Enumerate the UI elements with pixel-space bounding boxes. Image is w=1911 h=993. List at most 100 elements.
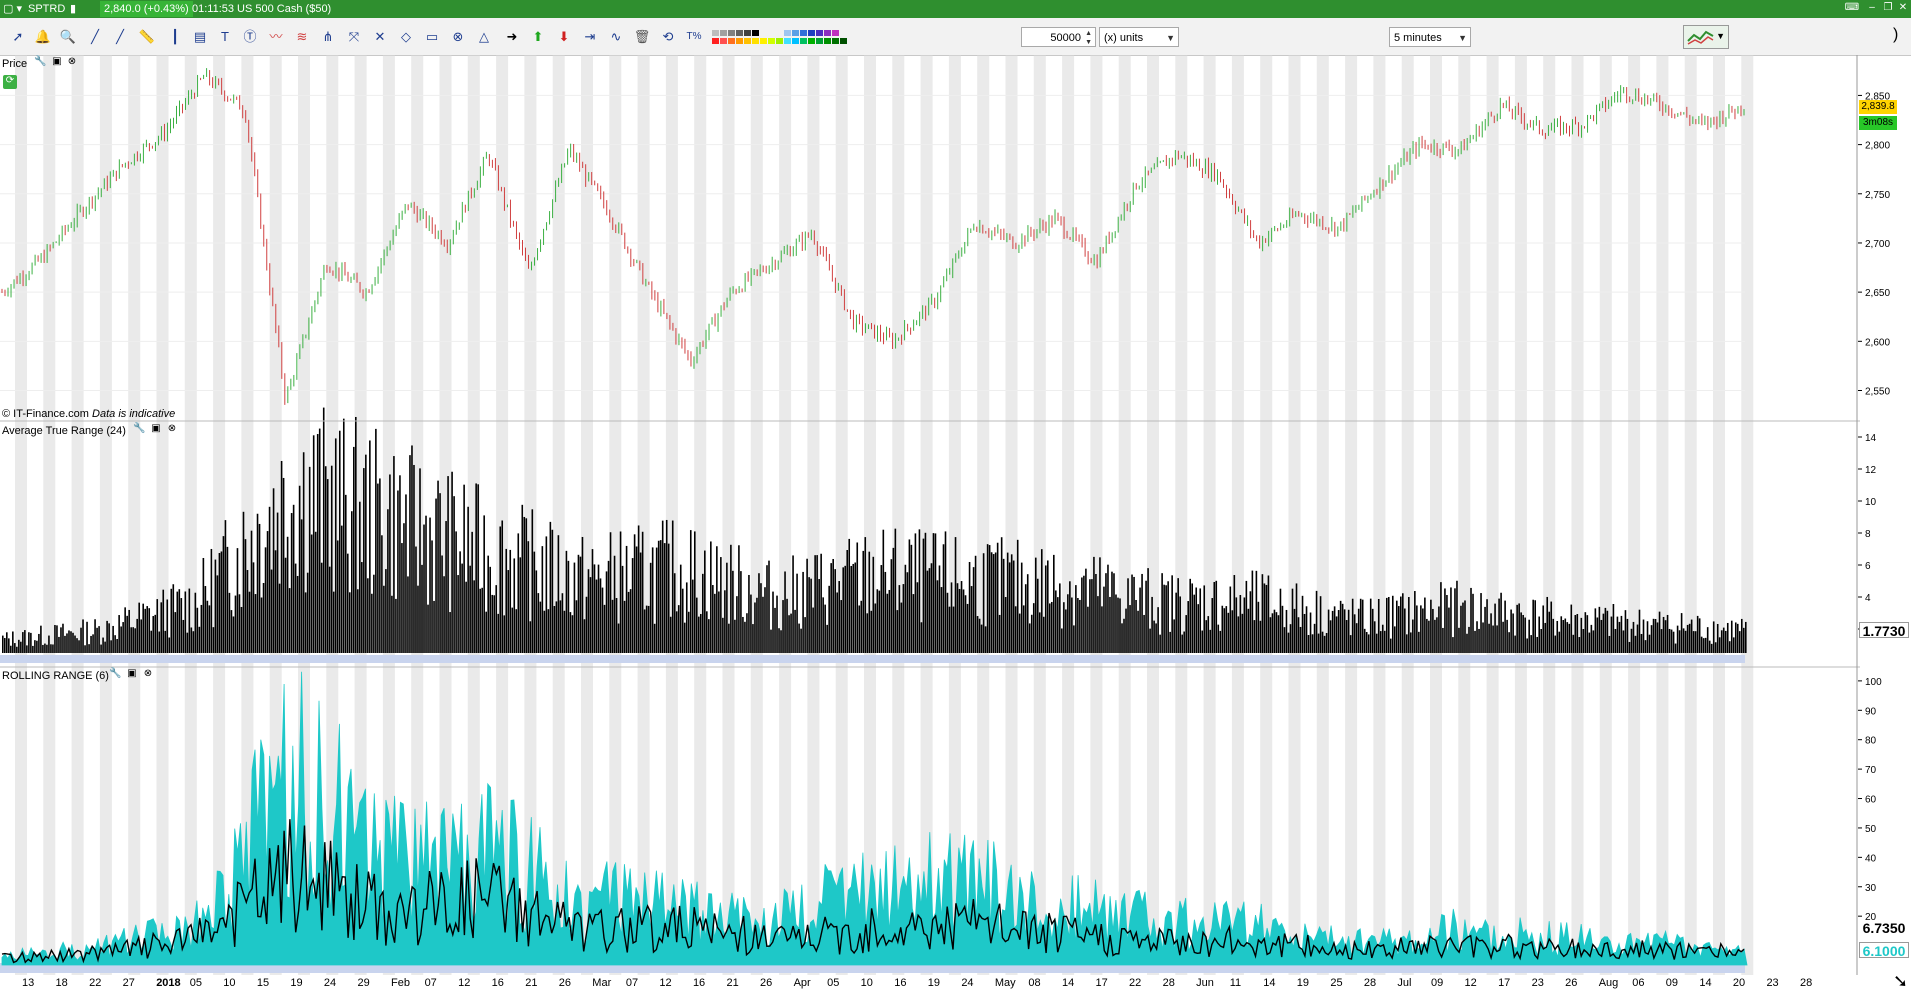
atr-bar: [1191, 583, 1194, 653]
pointer-icon[interactable]: ➚: [8, 27, 28, 47]
close-pane-icon[interactable]: ⊗: [66, 56, 78, 68]
scroll-arrow-icon[interactable]: ): [1893, 26, 1898, 44]
right-arrow-icon[interactable]: ➜: [502, 27, 522, 47]
zigzag-icon[interactable]: 〰: [266, 27, 286, 47]
atr-bar: [932, 533, 935, 653]
chart-area[interactable]: 2,5502,6002,6502,7002,7502,8002,85024681…: [0, 55, 1911, 993]
atr-bar: [1662, 616, 1665, 653]
atr-bar: [1235, 597, 1238, 653]
wrench-icon[interactable]: 🔧: [34, 56, 46, 68]
sell-arrow-icon[interactable]: ⬇: [554, 27, 574, 47]
units-select[interactable]: (x) units ▼: [1099, 27, 1179, 47]
atr-bar: [754, 602, 756, 653]
atr-bar: [1069, 581, 1071, 653]
maximize-pane-icon[interactable]: ▣: [150, 423, 162, 435]
close-pane-icon[interactable]: ⊗: [166, 423, 178, 435]
atr-bar: [30, 632, 32, 653]
annotation-icon[interactable]: Ⓣ: [240, 27, 260, 47]
atr-bar: [1480, 593, 1482, 653]
close-pane-icon[interactable]: ⊗: [142, 668, 154, 680]
buy-arrow-icon[interactable]: ⬆: [528, 27, 548, 47]
atr-bar: [1371, 608, 1374, 653]
time-axis[interactable]: 13 18 22 27 2018 05 10 15 19 24 29 Feb 07 12 16 21 26 Mar…: [0, 975, 1911, 993]
wrench-icon[interactable]: 🔧: [109, 668, 121, 680]
session-band: [722, 55, 735, 975]
alert-bell-icon[interactable]: 🔔: [33, 27, 53, 47]
atr-bar: [274, 550, 277, 653]
atr-bar: [232, 616, 235, 653]
atr-bar: [1450, 587, 1452, 653]
restore-icon[interactable]: ❐: [1880, 1, 1896, 15]
percent-tool-icon[interactable]: T%: [684, 27, 704, 47]
wave-icon[interactable]: ∿: [606, 27, 626, 47]
symbol-label[interactable]: SPTRD: [28, 2, 65, 16]
atr-bar: [870, 610, 873, 653]
atr-bar: [365, 454, 367, 653]
atr-bar: [1518, 603, 1520, 653]
maximize-pane-icon[interactable]: ▣: [51, 56, 63, 68]
pitchfork-icon[interactable]: ⋔: [318, 27, 338, 47]
atr-bar: [1223, 608, 1226, 653]
channel-icon[interactable]: ▤: [190, 27, 210, 47]
text-icon[interactable]: T: [215, 27, 235, 47]
atr-bar: [633, 534, 636, 653]
minimize-icon[interactable]: ‒: [1864, 1, 1880, 15]
atr-bar: [1686, 624, 1689, 653]
horizontal-marker-icon[interactable]: ⇥: [580, 27, 600, 47]
atr-bar: [1666, 614, 1669, 653]
atr-bar: [669, 616, 672, 653]
time-axis-label: May: [994, 977, 1016, 989]
atr-bar: [1373, 621, 1376, 653]
atr-bar: [1083, 575, 1085, 653]
ellipse-icon[interactable]: ⊗: [448, 27, 468, 47]
atr-bar: [342, 418, 345, 653]
atr-bar: [1644, 640, 1647, 653]
cycle-icon[interactable]: ⟲: [658, 27, 678, 47]
quantity-input[interactable]: 50000 ▲ ▼: [1021, 27, 1096, 47]
refresh-icon[interactable]: ⟳: [3, 75, 17, 89]
atr-bar: [1089, 579, 1091, 653]
atr-bar: [1564, 618, 1567, 653]
trash-icon[interactable]: 🗑: [632, 27, 652, 47]
cross-lines-icon[interactable]: ✕: [370, 27, 390, 47]
atr-bar: [1199, 588, 1202, 653]
atr-bar: [1261, 574, 1264, 653]
atr-bar: [272, 488, 275, 653]
atr-bar: [1267, 575, 1270, 653]
atr-bar: [431, 540, 433, 653]
keyboard-icon[interactable]: ⌨: [1844, 1, 1860, 15]
ruler-icon[interactable]: 📏: [137, 27, 157, 47]
atr-bar: [1073, 625, 1075, 653]
atr-bar: [722, 617, 724, 653]
atr-bar: [1293, 608, 1296, 653]
atr-bar: [938, 565, 941, 653]
trendline-icon[interactable]: ╱: [85, 27, 105, 47]
atr-bar: [340, 525, 343, 653]
chart-type-button[interactable]: ▼: [1683, 25, 1729, 49]
color-palette[interactable]: [712, 26, 862, 48]
atr-bar: [218, 553, 221, 653]
triangle-icon[interactable]: △: [474, 27, 494, 47]
fibonacci-icon[interactable]: ≋: [292, 27, 312, 47]
maximize-pane-icon[interactable]: ▣: [126, 668, 138, 680]
app-menu-icon[interactable]: ▢ ▾: [3, 2, 22, 16]
close-icon[interactable]: ✕: [1895, 1, 1911, 15]
atr-bar: [1506, 619, 1508, 653]
atr-bar: [1654, 618, 1657, 653]
gann-icon[interactable]: ⤧: [344, 27, 364, 47]
atr-bar: [1333, 606, 1336, 653]
wrench-icon[interactable]: 🔧: [133, 423, 145, 435]
atr-bar: [926, 570, 929, 653]
time-axis-label: 21: [726, 977, 739, 989]
line-icon[interactable]: ╱: [110, 27, 130, 47]
spin-arrows-icon[interactable]: ▲ ▼: [1085, 29, 1092, 47]
vertical-line-icon[interactable]: ┃: [165, 27, 185, 47]
time-axis-label: 12: [458, 977, 471, 989]
interval-select[interactable]: 5 minutes ▼: [1389, 27, 1471, 47]
atr-bar: [575, 600, 578, 653]
zoom-icon[interactable]: 🔍: [58, 27, 78, 47]
rectangle-icon[interactable]: ▭: [422, 27, 442, 47]
diamond-icon[interactable]: ◇: [396, 27, 416, 47]
atr-bar: [1736, 623, 1739, 653]
info-icon[interactable]: ▮: [70, 2, 76, 16]
